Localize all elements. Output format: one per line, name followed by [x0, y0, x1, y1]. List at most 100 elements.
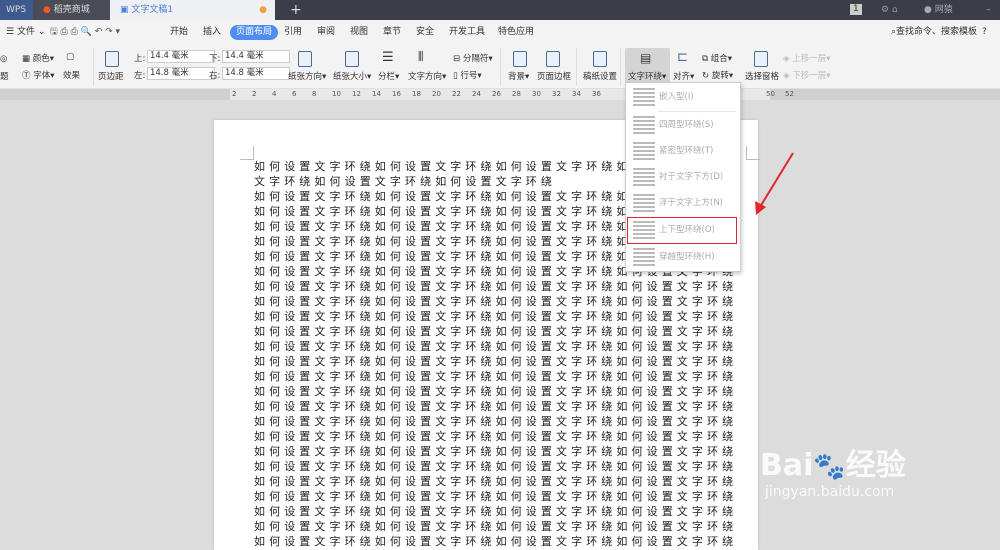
- square-icon: [633, 116, 655, 134]
- font-button[interactable]: Ⓣ 字体▾: [22, 69, 55, 81]
- text-line: 文字环绕如何设置文字环绕如何设置文字环绕: [254, 175, 556, 188]
- user-name: 网猿: [934, 5, 953, 15]
- left-margin-label: 左:: [134, 71, 146, 81]
- bottom-margin-input[interactable]: 14.4 毫米: [222, 50, 290, 63]
- align-label: 对齐: [673, 72, 691, 82]
- menu-security[interactable]: 安全: [410, 25, 440, 40]
- ruler-tick: 2: [232, 90, 237, 98]
- wrap-inline-option[interactable]: 嵌入型(I): [629, 84, 737, 110]
- ruler-tick: 22: [452, 90, 461, 98]
- menu-references[interactable]: 引用: [278, 25, 308, 40]
- menu-home[interactable]: 开始: [164, 25, 194, 40]
- help-button[interactable]: ?: [976, 25, 993, 40]
- text-line: 如何设置文字环绕如何设置文字环绕如何设置文字环绕如何设置文字环绕: [254, 490, 738, 503]
- menu-review[interactable]: 审阅: [311, 25, 341, 40]
- ruler-tick: 12: [352, 90, 361, 98]
- text-line: 如何设置文字环绕如何设置文字环绕如何设置文字环绕如何设置: [254, 160, 677, 173]
- page-border-icon: [546, 51, 560, 70]
- ruler-tick: 28: [512, 90, 521, 98]
- bring-forward-button[interactable]: ◈ 上移一层▾: [783, 52, 831, 64]
- text-wrap-icon: ▤: [640, 51, 652, 65]
- ruler-tick: 32: [552, 90, 561, 98]
- background-icon: [513, 51, 527, 70]
- text-wrap-button[interactable]: ▤ 文字环绕▾: [625, 48, 670, 86]
- skin-icon[interactable]: ⚙ ⌂: [875, 0, 898, 20]
- left-margin-input[interactable]: 14.8 毫米: [147, 67, 215, 80]
- ruler-tick: 30: [532, 90, 541, 98]
- rotate-button[interactable]: ↻ 旋转▾: [702, 69, 733, 81]
- wrap-square-option[interactable]: 四周型环绕(S): [629, 112, 737, 138]
- send-backward-button[interactable]: ◈ 下移一层▾: [783, 69, 831, 81]
- bottom-margin-label: 下:: [209, 54, 221, 64]
- tab-document[interactable]: ▣ 文字文稿1 ●: [110, 0, 275, 20]
- search-commands[interactable]: ⌕查找命令、搜索模板: [885, 25, 983, 40]
- color-button[interactable]: ▦ 颜色▾: [22, 52, 54, 64]
- line-number-button[interactable]: ▯ 行号▾: [453, 69, 482, 81]
- top-margin-input[interactable]: 14.4 毫米: [147, 50, 215, 63]
- tab-docer[interactable]: ● 稻壳商城: [33, 0, 110, 20]
- text-direction-button[interactable]: 文字方向▾: [408, 70, 446, 82]
- size-button[interactable]: 纸张大小▾: [333, 70, 371, 82]
- docer-icon: ●: [43, 5, 51, 15]
- ruler-tick: 34: [572, 90, 581, 98]
- wrap-behind-option[interactable]: 衬于文字下方(D): [629, 164, 737, 190]
- effect-button[interactable]: 效果: [63, 69, 80, 81]
- ruler-tick: 14: [372, 90, 381, 98]
- background-button[interactable]: 背景▾: [508, 70, 529, 82]
- separator-label: 分隔符: [462, 54, 489, 64]
- right-margin-input[interactable]: 14.8 毫米: [222, 67, 290, 80]
- page-border-button[interactable]: 页面边框: [537, 70, 571, 82]
- bring-forward-label: 上移一层: [792, 54, 827, 64]
- font-label: 字体: [33, 71, 51, 81]
- baidu-watermark: Bai🐾经验 jingyan.baidu.com: [760, 440, 906, 500]
- unsaved-dot-icon: ●: [259, 5, 267, 15]
- selection-pane-button[interactable]: 选择窗格: [745, 70, 779, 82]
- minimize-button[interactable]: –: [980, 0, 991, 20]
- badge: 1: [850, 4, 862, 15]
- wrap-through-option[interactable]: 穿越型环绕(H): [629, 244, 737, 270]
- text-line: 如何设置文字环绕如何设置文字环绕如何设置文字环绕如何设置文字环绕: [254, 475, 738, 488]
- watermark-url: jingyan.baidu.com: [765, 484, 895, 500]
- highlight-box: [627, 217, 737, 244]
- text-line: 如何设置文字环绕如何设置文字环绕如何设置文字环绕如何设置文字环绕: [254, 535, 738, 548]
- margins-icon: [105, 51, 119, 70]
- menu-chapter[interactable]: 章节: [377, 25, 407, 40]
- divider: [93, 48, 94, 86]
- text-line: 如何设置文字环绕如何设置文字环绕如何设置文字环绕如何设置文字环绕: [254, 310, 738, 323]
- effect-icon[interactable]: ▢: [66, 52, 74, 62]
- margins-button[interactable]: 页边距: [98, 70, 124, 82]
- text-line: 如何设置文字环绕如何设置文字环绕如何设置文字环绕如何设置文字环绕: [254, 325, 738, 338]
- menu-view[interactable]: 视图: [344, 25, 374, 40]
- tab-wps[interactable]: WPS: [0, 0, 33, 20]
- group-button[interactable]: ⧉ 组合▾: [702, 52, 732, 64]
- wrap-tight-option[interactable]: 紧密型环绕(T): [629, 138, 737, 164]
- theme-label[interactable]: 题: [0, 70, 9, 82]
- menu-developer[interactable]: 开发工具: [443, 25, 491, 40]
- corner-mark: [240, 146, 254, 160]
- in-front-icon: [633, 194, 655, 212]
- new-tab-button[interactable]: +: [284, 0, 302, 20]
- separator-button[interactable]: ⊟ 分隔符▾: [453, 52, 493, 64]
- color-label: 颜色: [32, 54, 50, 64]
- quick-access-toolbar[interactable]: 🖫 ⎙ ⎙ 🔍 ↶ ↷ ▾: [44, 25, 126, 40]
- theme-button[interactable]: ◎: [0, 54, 7, 64]
- text-line: 如何设置文字环绕如何设置文字环绕如何设置文字环绕如何设置文字环绕: [254, 400, 738, 413]
- ruler-tick: 16: [392, 90, 401, 98]
- menu-features[interactable]: 特色应用: [492, 25, 540, 40]
- text-line: 如何设置文字环绕如何设置文字环绕如何设置文字环绕如何设置文字环绕: [254, 385, 738, 398]
- right-margin-label: 右:: [209, 71, 221, 81]
- group-label: 组合: [710, 54, 728, 64]
- tab-label: 稻壳商城: [53, 5, 90, 15]
- menu-page-layout[interactable]: 页面布局: [230, 25, 279, 40]
- orientation-button[interactable]: 纸张方向▾: [288, 70, 326, 82]
- draft-paper-button[interactable]: 稿纸设置: [583, 70, 617, 82]
- wrap-front-option[interactable]: 浮于文字上方(N): [629, 190, 737, 216]
- menu-insert[interactable]: 插入: [197, 25, 227, 40]
- columns-button[interactable]: 分栏▾: [378, 70, 399, 82]
- ruler[interactable]: 2 2 4 6 8 10 12 14 16 18 20 22 24 26 28 30 32 34 36 50 52: [0, 89, 1000, 100]
- title-bar: WPS ● 稻壳商城 ▣ 文字文稿1 ● + 1 ⚙ ⌂ ● 网猿 –: [0, 0, 1000, 20]
- divider: [576, 48, 577, 86]
- ruler-tick: 4: [272, 90, 277, 98]
- user[interactable]: ● 网猿: [918, 0, 953, 20]
- align-button[interactable]: 对齐▾: [673, 70, 694, 82]
